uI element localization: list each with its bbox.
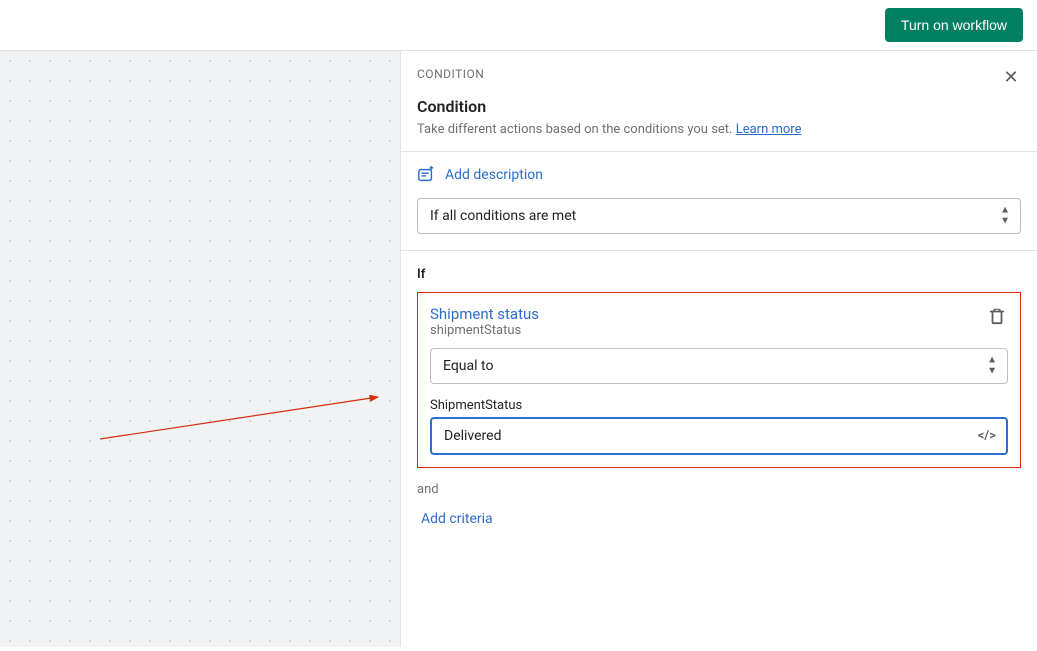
value-text: Delivered — [444, 428, 501, 444]
panel-header: CONDITION ✕ Condition Take different act… — [401, 51, 1037, 152]
workflow-canvas[interactable] — [0, 51, 400, 647]
topbar: Turn on workflow — [0, 0, 1037, 51]
panel-subtitle: Take different actions based on the cond… — [417, 122, 1021, 137]
select-caret-icon: ▲▼ — [987, 356, 997, 377]
description-icon — [417, 166, 435, 184]
condition-mode-select[interactable]: If all conditions are met ▲▼ — [417, 198, 1021, 234]
value-field-label: ShipmentStatus — [430, 398, 1008, 413]
criteria-highlight-box: Shipment status shipmentStatus Equal to … — [417, 292, 1021, 468]
operator-value: Equal to — [443, 358, 493, 374]
delete-criteria-button[interactable] — [986, 305, 1008, 330]
select-caret-icon: ▲▼ — [1000, 206, 1010, 227]
condition-panel: CONDITION ✕ Condition Take different act… — [400, 51, 1037, 647]
add-criteria-link[interactable]: Add criteria — [417, 509, 497, 529]
panel-eyebrow: CONDITION — [417, 67, 1021, 81]
condition-body: If Shipment status shipmentStatus Equal … — [401, 251, 1037, 543]
condition-mode-wrapper: If all conditions are met ▲▼ — [401, 198, 1037, 251]
and-label: and — [417, 482, 1021, 497]
turn-on-workflow-button[interactable]: Turn on workflow — [885, 8, 1023, 42]
close-icon: ✕ — [1003, 67, 1018, 88]
condition-mode-value: If all conditions are met — [430, 208, 576, 224]
add-description-link[interactable]: Add description — [445, 167, 543, 183]
panel-title: Condition — [417, 97, 1021, 116]
trash-icon — [988, 307, 1006, 325]
close-button[interactable]: ✕ — [999, 65, 1023, 89]
value-select[interactable]: Delivered </> — [430, 417, 1008, 455]
learn-more-link[interactable]: Learn more — [736, 122, 802, 137]
code-icon: </> — [978, 429, 996, 444]
criteria-field-link[interactable]: Shipment status — [430, 305, 539, 323]
add-description-row[interactable]: Add description — [401, 152, 1037, 198]
canvas-dot-grid — [0, 51, 400, 647]
if-label: If — [417, 267, 1021, 282]
criteria-header: Shipment status shipmentStatus — [430, 305, 1008, 338]
criteria-field-key: shipmentStatus — [430, 323, 539, 338]
operator-select[interactable]: Equal to ▲▼ — [430, 348, 1008, 384]
